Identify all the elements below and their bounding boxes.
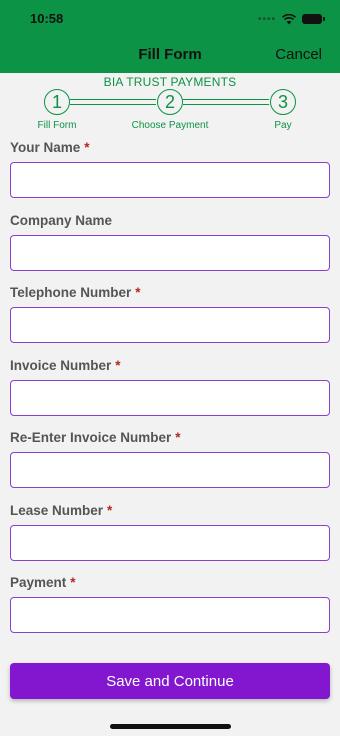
step-1-circle: 1 <box>44 89 70 115</box>
required-mark: * <box>107 503 113 518</box>
battery-icon <box>302 14 325 24</box>
telephone-number-input[interactable] <box>10 307 330 343</box>
reenter-invoice-label: Re-Enter Invoice Number * <box>10 430 181 445</box>
required-mark: * <box>84 140 90 155</box>
invoice-number-label: Invoice Number * <box>10 358 121 373</box>
your-name-label: Your Name * <box>10 140 90 155</box>
step-3-circle: 3 <box>270 89 296 115</box>
required-mark: * <box>175 430 181 445</box>
brand-title: BIA TRUST PAYMENTS <box>103 75 237 89</box>
your-name-input[interactable] <box>10 162 330 198</box>
invoice-number-input[interactable] <box>10 380 330 416</box>
wifi-icon <box>282 13 296 24</box>
home-indicator[interactable] <box>110 724 231 729</box>
reenter-invoice-input[interactable] <box>10 452 330 488</box>
step-2-circle: 2 <box>157 89 183 115</box>
step-2-label: Choose Payment <box>131 120 209 131</box>
required-mark: * <box>115 358 121 373</box>
status-icons: •••• <box>257 12 325 26</box>
step-connector <box>183 99 269 105</box>
app-header: 10:58 •••• Fill Form Cancel <box>0 0 340 73</box>
payment-input[interactable] <box>10 597 330 633</box>
company-name-input[interactable] <box>10 235 330 271</box>
signal-dots-icon: •••• <box>257 13 276 25</box>
required-mark: * <box>135 285 141 300</box>
payment-label: Payment * <box>10 575 76 590</box>
step-connector <box>70 99 156 105</box>
step-3-label: Pay <box>274 120 292 131</box>
progress-stepper: 1 2 3 Fill Form Choose Payment Pay <box>0 89 340 135</box>
cancel-button[interactable]: Cancel <box>275 46 322 63</box>
lease-number-label: Lease Number * <box>10 503 113 518</box>
step-1-label: Fill Form <box>37 120 77 131</box>
status-time: 10:58 <box>30 11 64 26</box>
required-mark: * <box>70 575 76 590</box>
company-name-label: Company Name <box>10 213 113 228</box>
lease-number-input[interactable] <box>10 525 330 561</box>
save-and-continue-button[interactable]: Save and Continue <box>10 663 330 699</box>
telephone-number-label: Telephone Number * <box>10 285 141 300</box>
